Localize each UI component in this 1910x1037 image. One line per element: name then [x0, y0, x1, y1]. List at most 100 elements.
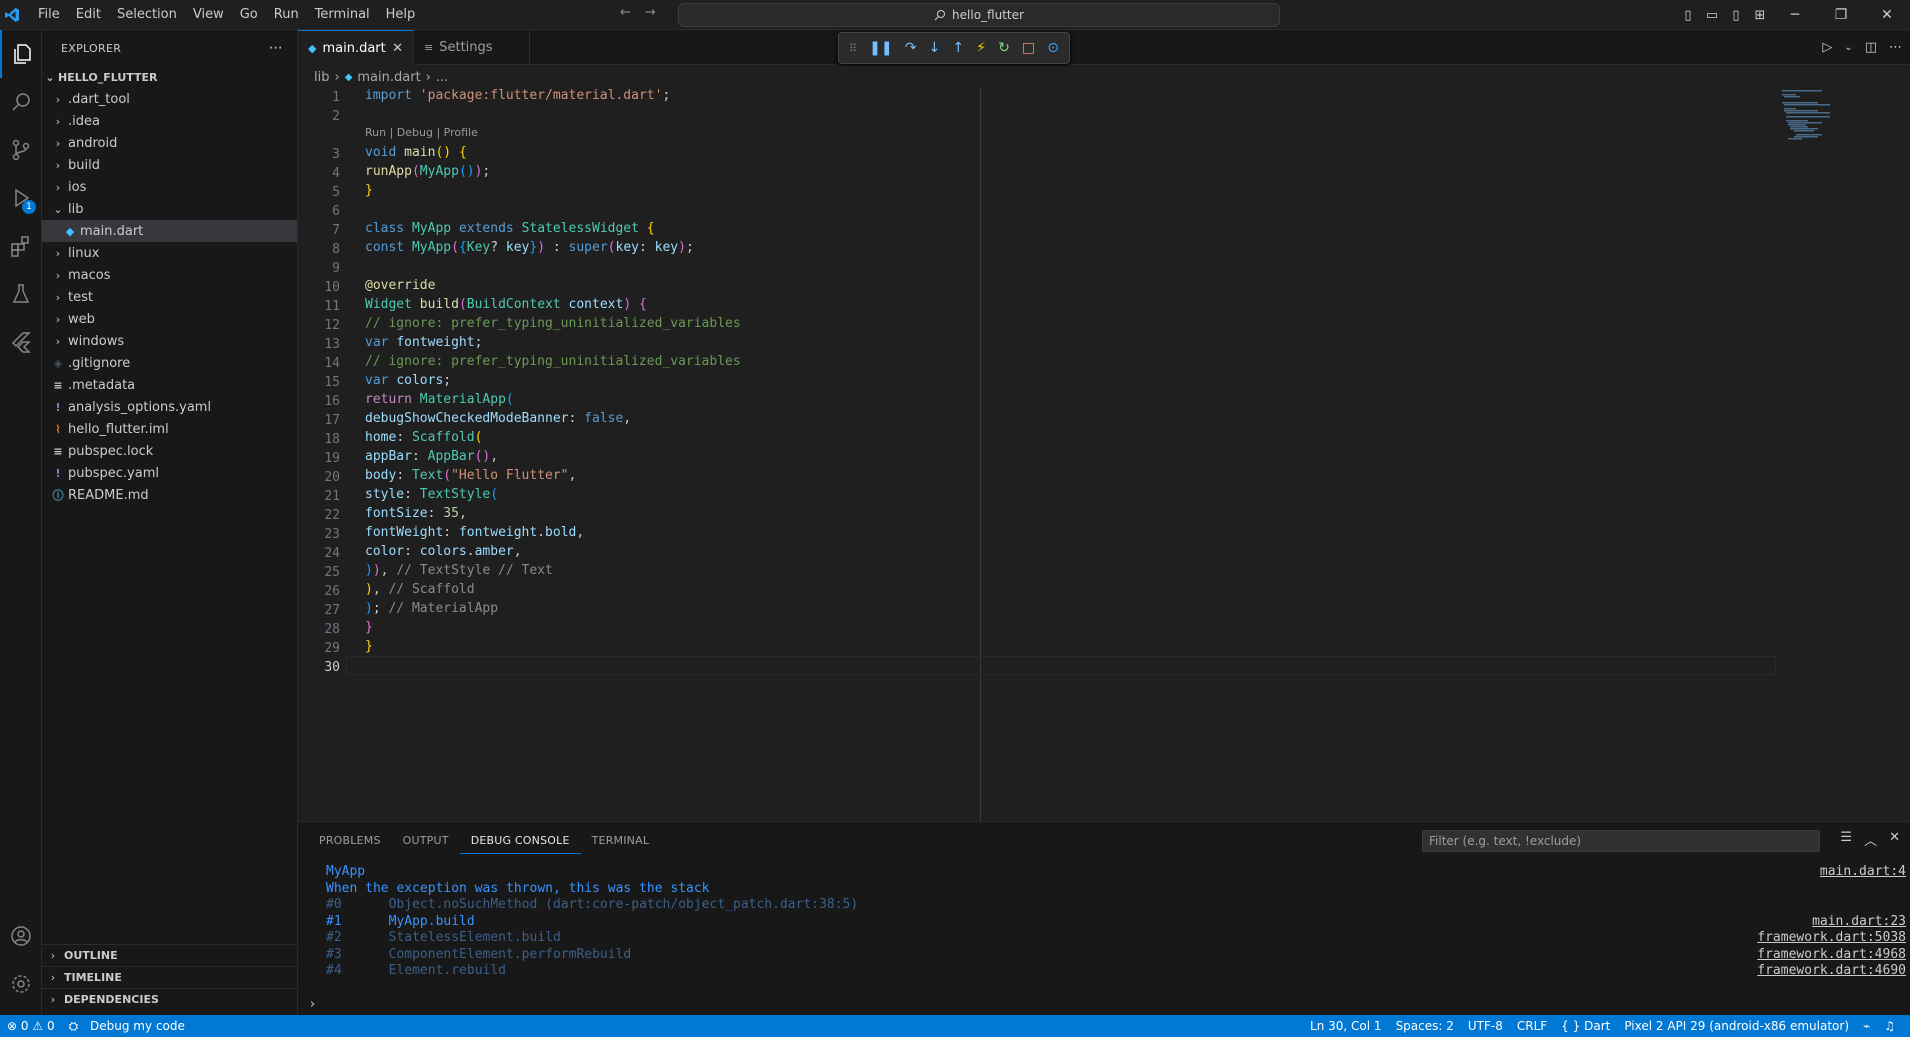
indentation[interactable]: Spaces: 2 — [1389, 1019, 1461, 1033]
customize-layout-icon[interactable]: ⊞ — [1748, 8, 1772, 23]
command-center[interactable]: hello_flutter — [678, 3, 1280, 27]
tree-folder[interactable]: › android — [42, 132, 297, 154]
menu-edit[interactable]: Edit — [68, 0, 109, 30]
run-dropdown-chevron-icon[interactable]: ⌄ — [1844, 42, 1852, 53]
tab-output[interactable]: OUTPUT — [392, 822, 460, 860]
run-file-icon[interactable]: ▷ — [1822, 40, 1832, 55]
tree-file[interactable]: ≡ .metadata — [42, 374, 297, 396]
tree-folder[interactable]: ⌄ lib — [42, 198, 297, 220]
cursor-position[interactable]: Ln 30, Col 1 — [1303, 1019, 1389, 1033]
tree-file[interactable]: ! pubspec.yaml — [42, 462, 297, 484]
console-filter-input[interactable]: Filter (e.g. text, !exclude) — [1422, 830, 1820, 852]
tree-file[interactable]: ⓘ README.md — [42, 484, 297, 506]
code-lens[interactable]: Run | Debug | Profile — [365, 126, 478, 139]
tree-folder[interactable]: › .dart_tool — [42, 88, 297, 110]
console-source-link[interactable]: framework.dart:5038 — [1757, 930, 1906, 945]
tree-folder[interactable]: › windows — [42, 330, 297, 352]
toggle-secondary-sidebar-icon[interactable]: ▯ — [1724, 8, 1748, 23]
encoding[interactable]: UTF-8 — [1461, 1019, 1510, 1033]
tree-file[interactable]: ≡ pubspec.lock — [42, 440, 297, 462]
split-editor-icon[interactable]: ◫ — [1865, 40, 1877, 55]
clear-console-icon[interactable]: ☰ — [1840, 830, 1852, 849]
workspace-root[interactable]: ⌄ HELLO_FLUTTER — [42, 66, 297, 88]
console-source-link[interactable]: framework.dart:4690 — [1757, 963, 1906, 978]
breadcrumb-file[interactable]: main.dart — [357, 70, 420, 85]
tree-file[interactable]: ⌇ hello_flutter.iml — [42, 418, 297, 440]
tree-file[interactable]: ◈ .gitignore — [42, 352, 297, 374]
close-tab-icon[interactable]: ✕ — [392, 41, 403, 56]
tree-file[interactable]: ◆ main.dart — [42, 220, 297, 242]
menu-selection[interactable]: Selection — [109, 0, 185, 30]
device-selector[interactable]: Pixel 2 API 29 (android-x86 emulator) — [1617, 1019, 1856, 1033]
testing-icon[interactable] — [0, 270, 42, 318]
tab-problems[interactable]: PROBLEMS — [308, 822, 392, 860]
menu-go[interactable]: Go — [232, 0, 266, 30]
console-prompt-icon[interactable]: › — [310, 997, 315, 1012]
console-source-link[interactable]: framework.dart:4968 — [1757, 947, 1906, 962]
minimize-icon[interactable]: ─ — [1772, 7, 1818, 23]
tree-folder[interactable]: › .idea — [42, 110, 297, 132]
console-source-link[interactable]: main.dart:4 — [1820, 864, 1906, 879]
notifications-bell-icon[interactable]: ♫ — [1877, 1019, 1902, 1033]
more-actions-icon[interactable]: ⋯ — [269, 40, 283, 56]
tab-main-dart[interactable]: ◆ main.dart ✕ — [298, 30, 414, 65]
flutter-inspector-icon[interactable]: ⊙ — [1047, 40, 1059, 56]
accounts-icon[interactable] — [0, 912, 42, 960]
flutter-icon[interactable] — [0, 318, 42, 366]
editor-more-icon[interactable]: ⋯ — [1889, 40, 1902, 55]
close-panel-icon[interactable]: ✕ — [1889, 830, 1900, 849]
code-line: // ignore: prefer_typing_uninitialized_v… — [365, 316, 741, 331]
line-ending[interactable]: CRLF — [1510, 1019, 1554, 1033]
menu-file[interactable]: File — [30, 0, 68, 30]
minimap[interactable] — [1782, 88, 1852, 148]
toggle-panel-icon[interactable]: ▭ — [1700, 8, 1724, 23]
restore-icon[interactable]: ❐ — [1818, 7, 1864, 23]
drag-handle-icon[interactable]: ⠿ — [849, 42, 857, 55]
source-control-icon[interactable] — [0, 126, 42, 174]
tree-folder[interactable]: › web — [42, 308, 297, 330]
tree-folder[interactable]: › ios — [42, 176, 297, 198]
tab-settings[interactable]: ≡ Settings — [414, 30, 530, 65]
breadcrumb-folder[interactable]: lib — [314, 70, 329, 85]
code-editor[interactable]: 1 2 3 4 5 6 7 8 9 10 11 12 13 14 15 16 17 18 19 20 21 22 23 24 2… — [298, 88, 1910, 821]
problems-status[interactable]: ⊗ 0 ⚠ 0 — [0, 1019, 62, 1033]
console-source-link[interactable]: main.dart:23 — [1812, 914, 1906, 929]
search-view-icon[interactable] — [0, 78, 42, 126]
toggle-primary-sidebar-icon[interactable]: ▯ — [1676, 8, 1700, 23]
forward-arrow-icon[interactable]: → — [645, 5, 656, 20]
menu-run[interactable]: Run — [266, 0, 307, 30]
menu-terminal[interactable]: Terminal — [307, 0, 378, 30]
step-over-icon[interactable]: ↷ — [905, 40, 917, 56]
explorer-title: EXPLORER — [61, 41, 122, 55]
manage-gear-icon[interactable] — [0, 960, 42, 1008]
dependencies-section[interactable]: › DEPENDENCIES — [42, 988, 298, 1010]
stop-icon[interactable]: □ — [1022, 40, 1035, 56]
step-out-icon[interactable]: ↑ — [952, 40, 964, 56]
tree-folder[interactable]: › test — [42, 286, 297, 308]
tab-debug-console[interactable]: DEBUG CONSOLE — [459, 828, 581, 854]
menu-help[interactable]: Help — [378, 0, 424, 30]
run-debug-icon[interactable]: 1 — [0, 174, 42, 222]
maximize-panel-icon[interactable]: ︿ — [1864, 830, 1877, 849]
restart-icon[interactable]: ↻ — [998, 40, 1010, 56]
tree-folder[interactable]: › macos — [42, 264, 297, 286]
explorer-icon[interactable] — [0, 30, 42, 78]
tree-file[interactable]: ! analysis_options.yaml — [42, 396, 297, 418]
tree-folder[interactable]: › linux — [42, 242, 297, 264]
back-arrow-icon[interactable]: ← — [620, 5, 631, 20]
timeline-section[interactable]: › TIMELINE — [42, 966, 298, 988]
pause-icon[interactable]: ❚❚ — [869, 40, 892, 56]
tree-item-label: ios — [68, 179, 87, 195]
outline-section[interactable]: › OUTLINE — [42, 944, 298, 966]
language-mode[interactable]: { } Dart — [1554, 1019, 1617, 1033]
tree-folder[interactable]: › build — [42, 154, 297, 176]
close-window-icon[interactable]: ✕ — [1864, 7, 1910, 23]
menu-view[interactable]: View — [185, 0, 232, 30]
hot-reload-icon[interactable]: ⚡ — [976, 40, 986, 56]
remote-broadcast-icon[interactable]: ⌁ — [1856, 1019, 1877, 1033]
tab-terminal[interactable]: TERMINAL — [581, 822, 661, 860]
step-into-icon[interactable]: ↓ — [929, 40, 941, 56]
extensions-icon[interactable] — [0, 222, 42, 270]
breadcrumb-more[interactable]: ... — [436, 70, 448, 85]
debug-status[interactable]: ⛭ Debug my code — [62, 1019, 192, 1034]
